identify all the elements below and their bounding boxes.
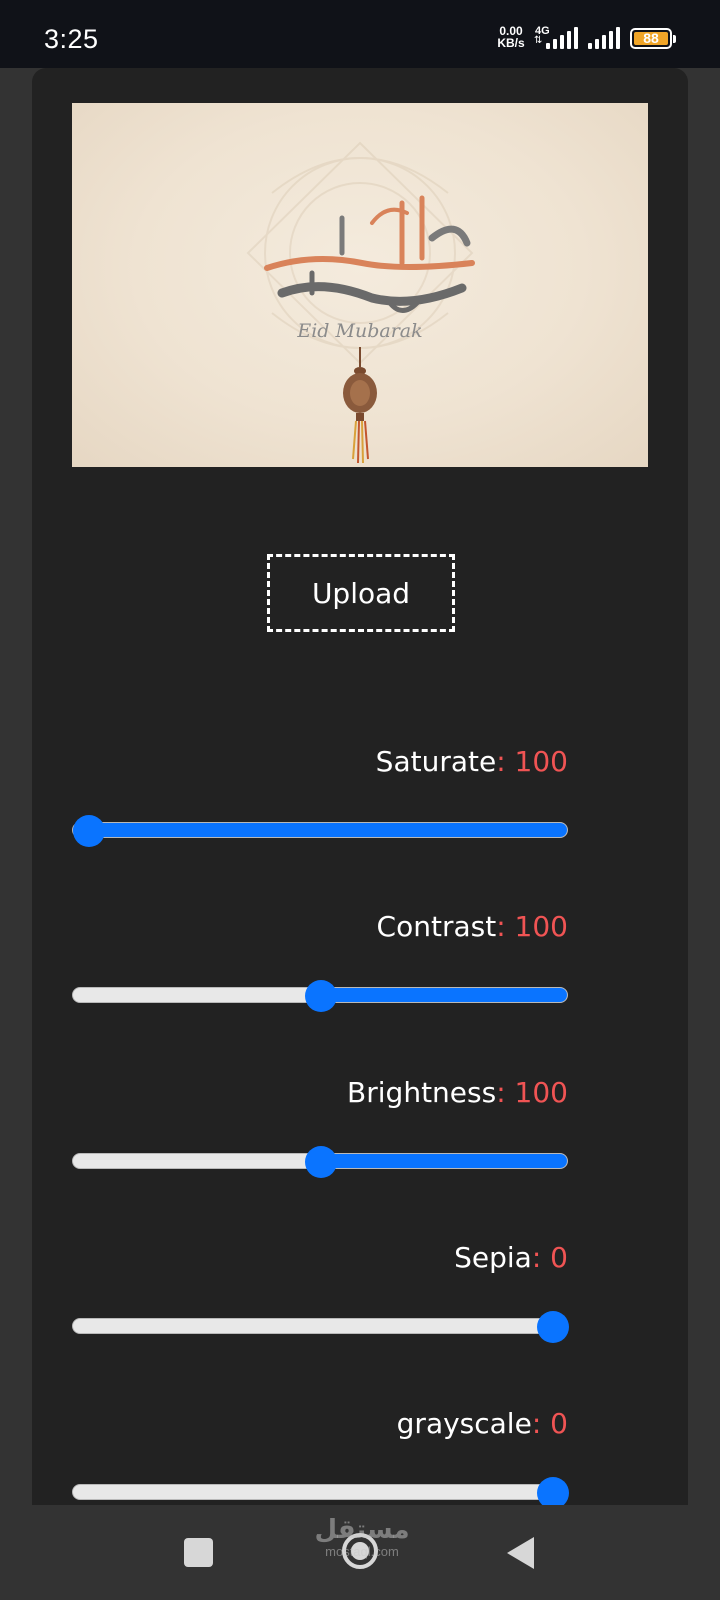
saturate-name: Saturate [375, 745, 497, 778]
grayscale-label: grayscale: 0 [396, 1407, 568, 1440]
watermark-logo: مستقل mostaql.com [312, 1515, 412, 1559]
brightness-value: 100 [514, 1076, 568, 1109]
brightness-label: Brightness: 100 [347, 1076, 568, 1109]
sepia-label: Sepia: 0 [454, 1241, 568, 1274]
grayscale-value: 0 [550, 1407, 568, 1440]
battery-level: 88 [634, 31, 668, 45]
saturate-label: Saturate: 100 [375, 745, 568, 778]
saturate-slider-fill [73, 823, 567, 837]
sepia-slider[interactable] [72, 1311, 569, 1343]
navigation-bar: مستقل mostaql.com [0, 1505, 720, 1600]
image-preview: Eid Mubarak [72, 103, 648, 467]
contrast-value: 100 [514, 910, 568, 943]
sepia-value: 0 [550, 1241, 568, 1274]
brightness-name: Brightness [347, 1076, 497, 1109]
contrast-name: Contrast [376, 910, 497, 943]
brightness-slider-thumb[interactable] [305, 1146, 337, 1178]
saturate-control: Saturate: 100 [72, 745, 568, 865]
grayscale-control: grayscale: 0 [72, 1407, 569, 1505]
network-speed: 0.00 KB/s [494, 25, 528, 49]
watermark-latin: mostaql.com [325, 1544, 399, 1559]
data-arrows-icon: ⇅ [534, 35, 543, 46]
contrast-slider-thumb[interactable] [305, 980, 337, 1012]
contrast-slider-fill [321, 988, 567, 1002]
signal-strength-icon [546, 27, 578, 49]
grayscale-slider[interactable] [72, 1477, 569, 1505]
sepia-control: Sepia: 0 [72, 1241, 569, 1361]
battery-icon: 88 [630, 28, 676, 49]
signal-strength-icon-2 [588, 27, 620, 49]
preview-english-text: Eid Mubarak [296, 320, 422, 342]
recents-icon[interactable] [184, 1538, 213, 1567]
network-speed-unit: KB/s [497, 36, 525, 50]
brightness-slider-fill [321, 1154, 567, 1168]
contrast-label: Contrast: 100 [376, 910, 568, 943]
status-time: 3:25 [44, 24, 99, 54]
saturate-slider-thumb[interactable] [73, 815, 105, 847]
sepia-name: Sepia [454, 1241, 532, 1274]
contrast-slider[interactable] [72, 980, 568, 1012]
eid-mubarak-illustration: Eid Mubarak [246, 141, 475, 464]
saturate-slider[interactable] [72, 815, 568, 847]
brightness-control: Brightness: 100 [72, 1076, 568, 1196]
upload-button[interactable]: Upload [267, 554, 455, 632]
grayscale-slider-thumb[interactable] [537, 1477, 569, 1505]
back-icon[interactable] [507, 1537, 534, 1569]
contrast-control: Contrast: 100 [72, 910, 568, 1030]
watermark-arabic: مستقل [314, 1514, 410, 1544]
saturate-value: 100 [514, 745, 568, 778]
brightness-slider[interactable] [72, 1146, 568, 1178]
editor-card: Eid Mubarak Upload Saturate: 100 Contras… [32, 68, 688, 1505]
grayscale-name: grayscale [396, 1407, 532, 1440]
status-bar: 3:25 0.00 KB/s 4G ⇅ 88 [0, 0, 720, 68]
sepia-slider-thumb[interactable] [537, 1311, 569, 1343]
